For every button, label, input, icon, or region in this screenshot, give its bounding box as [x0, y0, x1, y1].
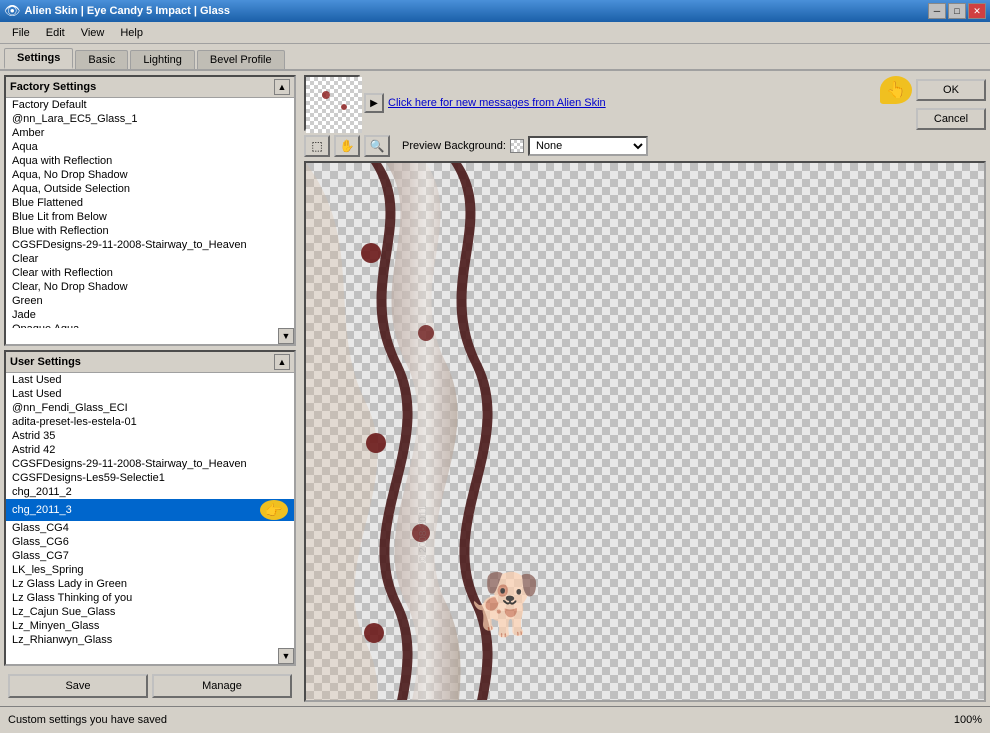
factory-settings-item[interactable]: Aqua with Reflection	[6, 154, 294, 168]
user-settings-item[interactable]: Lz_Rhianwyn_Glass	[6, 633, 294, 647]
user-settings-item[interactable]: Lz_Minyen_Glass	[6, 619, 294, 633]
close-button[interactable]: ✕	[968, 3, 986, 19]
user-settings-item[interactable]: Last Used	[6, 373, 294, 387]
tabbar: Settings Basic Lighting Bevel Profile	[0, 44, 990, 71]
user-settings-item[interactable]: chg_2011_3👉	[6, 499, 294, 521]
user-settings-item[interactable]: Astrid 35	[6, 429, 294, 443]
minimize-button[interactable]: ─	[928, 3, 946, 19]
factory-settings-header: Factory Settings ▲	[6, 77, 294, 98]
user-settings-item[interactable]: Lz Glass Thinking of you	[6, 591, 294, 605]
user-settings-item[interactable]: Glass_CG6	[6, 535, 294, 549]
status-text: Custom settings you have saved	[8, 714, 954, 726]
user-settings-item[interactable]: chg_2011_2	[6, 485, 294, 499]
window-controls: ─ □ ✕	[928, 3, 986, 19]
statusbar: Custom settings you have saved 100%	[0, 706, 990, 732]
preview-area[interactable]: © 2008-2011 🐕	[304, 161, 986, 702]
menu-file[interactable]: File	[4, 25, 38, 41]
user-settings-item[interactable]: adita-preset-les-estela-01	[6, 415, 294, 429]
titlebar: 👁 Alien Skin | Eye Candy 5 Impact | Glas…	[0, 0, 990, 22]
factory-settings-item[interactable]: Aqua, Outside Selection	[6, 182, 294, 196]
svg-text:© 2008-2011: © 2008-2011	[418, 505, 429, 563]
preview-bg-label: Preview Background:	[402, 140, 506, 152]
preview-bg-swatch	[510, 139, 524, 153]
cartoon-figure: 🐕	[466, 569, 541, 640]
tab-lighting[interactable]: Lighting	[130, 50, 195, 69]
preview-image: © 2008-2011 🐕	[306, 163, 984, 700]
factory-settings-item[interactable]: Clear	[6, 252, 294, 266]
zoom-level: 100%	[954, 714, 982, 726]
factory-scroll-up[interactable]: ▲	[274, 79, 290, 95]
tab-basic[interactable]: Basic	[75, 50, 128, 69]
tab-settings[interactable]: Settings	[4, 48, 73, 69]
hand-pointer-icon: 👉	[260, 500, 288, 520]
factory-settings-item[interactable]: Blue with Reflection	[6, 224, 294, 238]
user-settings-item[interactable]: Lz Glass Lady in Green	[6, 577, 294, 591]
left-panel: Factory Settings ▲ Factory Default@nn_La…	[0, 71, 300, 706]
ok-row: 👆 OK	[880, 76, 986, 104]
user-settings-item[interactable]: CGSFDesigns-29-11-2008-Stairway_to_Heave…	[6, 457, 294, 471]
factory-settings-item[interactable]: Clear with Reflection	[6, 266, 294, 280]
user-settings-list[interactable]: Last UsedLast Used@nn_Fendi_Glass_ECIadi…	[6, 373, 294, 648]
user-settings-group: User Settings ▲ Last UsedLast Used@nn_Fe…	[4, 350, 296, 666]
main-content: Factory Settings ▲ Factory Default@nn_La…	[0, 71, 990, 706]
message-bar: Click here for new messages from Alien S…	[388, 97, 876, 109]
factory-scroll-down[interactable]: ▼	[278, 328, 294, 344]
user-settings-item[interactable]: Lz_Cajun Sue_Glass	[6, 605, 294, 619]
window-title: Alien Skin | Eye Candy 5 Impact | Glass	[25, 5, 928, 17]
pan-tool-button[interactable]: ✋	[334, 135, 360, 157]
app-icon: 👁	[4, 3, 21, 19]
select-tool-button[interactable]: ⬚	[304, 135, 330, 157]
factory-settings-item[interactable]: Clear, No Drop Shadow	[6, 280, 294, 294]
left-buttons: Save Manage	[4, 670, 296, 702]
alien-skin-message-link[interactable]: Click here for new messages from Alien S…	[388, 97, 606, 109]
right-panel: ▶ Click here for new messages from Alien…	[300, 71, 990, 706]
zoom-tool-button[interactable]: 🔍	[364, 135, 390, 157]
user-settings-header: User Settings ▲	[6, 352, 294, 373]
save-button[interactable]: Save	[8, 674, 148, 698]
user-settings-item[interactable]: Last Used	[6, 387, 294, 401]
factory-settings-item[interactable]: Jade	[6, 308, 294, 322]
user-scroll-down[interactable]: ▼	[278, 648, 294, 664]
top-toolbar: ▶ Click here for new messages from Alien…	[304, 75, 986, 131]
ok-cancel-area: 👆 OK Cancel	[880, 76, 986, 130]
manage-button[interactable]: Manage	[152, 674, 292, 698]
factory-settings-item[interactable]: Opaque Aqua	[6, 322, 294, 328]
cancel-button[interactable]: Cancel	[916, 108, 986, 130]
factory-settings-list[interactable]: Factory Default@nn_Lara_EC5_Glass_1Amber…	[6, 98, 294, 328]
user-settings-item[interactable]: Glass_CG4	[6, 521, 294, 535]
user-settings-item[interactable]: LK_les_Spring	[6, 563, 294, 577]
user-settings-item[interactable]: Glass_CG7	[6, 549, 294, 563]
user-settings-item[interactable]: Astrid 42	[6, 443, 294, 457]
menu-help[interactable]: Help	[112, 25, 151, 41]
user-settings-item[interactable]: @nn_Fendi_Glass_ECI	[6, 401, 294, 415]
factory-settings-item[interactable]: Factory Default	[6, 98, 294, 112]
preview-bg-select[interactable]: None White Black Gray	[528, 136, 648, 156]
nav-arrow-button[interactable]: ▶	[364, 93, 384, 113]
factory-settings-item[interactable]: Green	[6, 294, 294, 308]
factory-settings-item[interactable]: Amber	[6, 126, 294, 140]
tool-row: ⬚ ✋ 🔍 Preview Background: None White Bla…	[304, 135, 986, 157]
factory-settings-item[interactable]: Blue Flattened	[6, 196, 294, 210]
preview-thumbnail	[304, 75, 360, 131]
preview-bg-area: Preview Background: None White Black Gra…	[402, 136, 648, 156]
menu-view[interactable]: View	[73, 25, 113, 41]
factory-settings-item[interactable]: CGSFDesigns-29-11-2008-Stairway_to_Heave…	[6, 238, 294, 252]
factory-settings-group: Factory Settings ▲ Factory Default@nn_La…	[4, 75, 296, 346]
hand-icon: 👆	[880, 76, 912, 104]
maximize-button[interactable]: □	[948, 3, 966, 19]
menu-edit[interactable]: Edit	[38, 25, 73, 41]
user-settings-item[interactable]: CGSFDesigns-Les59-Selectie1	[6, 471, 294, 485]
factory-settings-item[interactable]: Aqua, No Drop Shadow	[6, 168, 294, 182]
ok-button[interactable]: OK	[916, 79, 986, 101]
user-scroll-up[interactable]: ▲	[274, 354, 290, 370]
factory-settings-item[interactable]: @nn_Lara_EC5_Glass_1	[6, 112, 294, 126]
factory-settings-item[interactable]: Blue Lit from Below	[6, 210, 294, 224]
menubar: File Edit View Help	[0, 22, 990, 44]
factory-settings-item[interactable]: Aqua	[6, 140, 294, 154]
tab-bevel-profile[interactable]: Bevel Profile	[197, 50, 285, 69]
